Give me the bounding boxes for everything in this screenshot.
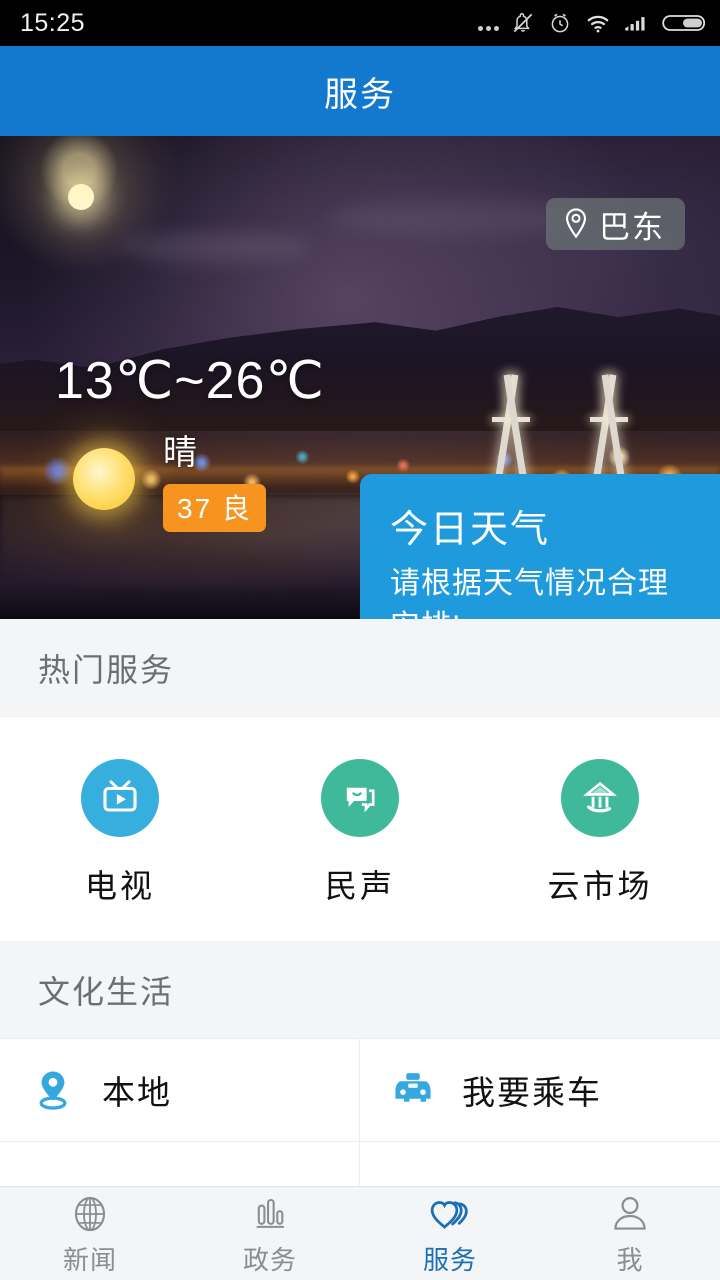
bar-chart-icon — [249, 1191, 291, 1235]
status-bar-clock: 15:25 — [20, 8, 86, 37]
cellular-signal-icon — [625, 17, 645, 31]
weather-condition: 晴 — [163, 434, 198, 472]
status-bar-icons — [478, 10, 706, 36]
aqi-badge: 37 良 — [163, 484, 266, 532]
tab-services[interactable]: 服务 — [360, 1187, 540, 1280]
cloud-decoration — [120, 232, 310, 262]
hot-service-label: 民声 — [324, 868, 395, 904]
moon-decoration — [68, 184, 94, 210]
sun-icon — [73, 447, 135, 510]
person-icon — [609, 1191, 651, 1235]
location-badge[interactable]: 巴东 — [546, 198, 685, 250]
life-item-label: 本地 — [102, 1074, 172, 1111]
hot-service-item-cloud-market[interactable]: 云市场 — [480, 759, 720, 907]
section-header-culture-life: 文化生活 — [0, 941, 720, 1039]
hot-service-label: 电视 — [84, 868, 155, 904]
section-header-hot-services: 热门服务 — [0, 619, 720, 717]
hot-service-label: 云市场 — [547, 868, 653, 904]
hot-services-grid: 电视 民声 云市场 — [0, 717, 720, 941]
double-heart-icon — [428, 1191, 472, 1235]
alarm-clock-icon — [551, 13, 569, 33]
life-item-ride[interactable]: 我要乘车 — [360, 1039, 720, 1142]
location-pin-filled-icon — [30, 1067, 76, 1113]
hero-banner[interactable]: 巴东 13℃~26℃ 晴 37 良 今日天气 请根据天气情况合理安排! — [0, 136, 720, 619]
tab-profile[interactable]: 我 — [540, 1187, 720, 1280]
hot-service-item-voice[interactable]: 民声 — [240, 759, 480, 907]
section-title: 热门服务 — [38, 651, 175, 688]
temperature-range: 13℃~26℃ — [55, 352, 325, 410]
tv-icon — [81, 759, 159, 837]
globe-icon — [69, 1191, 111, 1235]
bell-muted-icon — [513, 13, 533, 33]
status-bar: 15:25 — [0, 0, 720, 46]
tab-label: 新闻 — [62, 1244, 117, 1275]
app-header: 服务 — [0, 46, 720, 136]
life-item-local[interactable]: 本地 — [0, 1039, 360, 1142]
bottom-tab-bar: 新闻 政务 服务 我 — [0, 1186, 720, 1280]
phone-screen: 15:25 服务 巴东 13℃~26℃ 晴 37 良 今日天气 请根据天气情况合… — [0, 0, 720, 1280]
weather-summary[interactable]: 13℃~26℃ 晴 37 良 — [35, 351, 365, 532]
hot-service-item-tv[interactable]: 电视 — [0, 759, 240, 907]
tab-government[interactable]: 政务 — [180, 1187, 360, 1280]
tab-label: 政务 — [242, 1244, 297, 1275]
tab-news[interactable]: 新闻 — [0, 1187, 180, 1280]
location-label: 巴东 — [599, 209, 665, 245]
market-pavilion-icon — [561, 759, 639, 837]
location-pin-icon — [565, 208, 587, 239]
more-dots-icon — [478, 12, 499, 34]
page-title: 服务 — [324, 75, 396, 114]
taxi-icon — [390, 1067, 436, 1113]
weather-tip-title: 今日天气 — [390, 509, 551, 551]
life-item-label: 我要乘车 — [462, 1074, 602, 1111]
battery-icon — [662, 15, 706, 31]
section-title: 文化生活 — [38, 973, 175, 1010]
chat-bubbles-icon — [321, 759, 399, 837]
wifi-icon — [587, 15, 609, 33]
weather-tip-card[interactable]: 今日天气 请根据天气情况合理安排! — [360, 474, 720, 619]
tab-label: 服务 — [422, 1244, 477, 1275]
weather-tip-body: 请根据天气情况合理安排! — [390, 567, 669, 619]
tab-label: 我 — [616, 1244, 644, 1275]
